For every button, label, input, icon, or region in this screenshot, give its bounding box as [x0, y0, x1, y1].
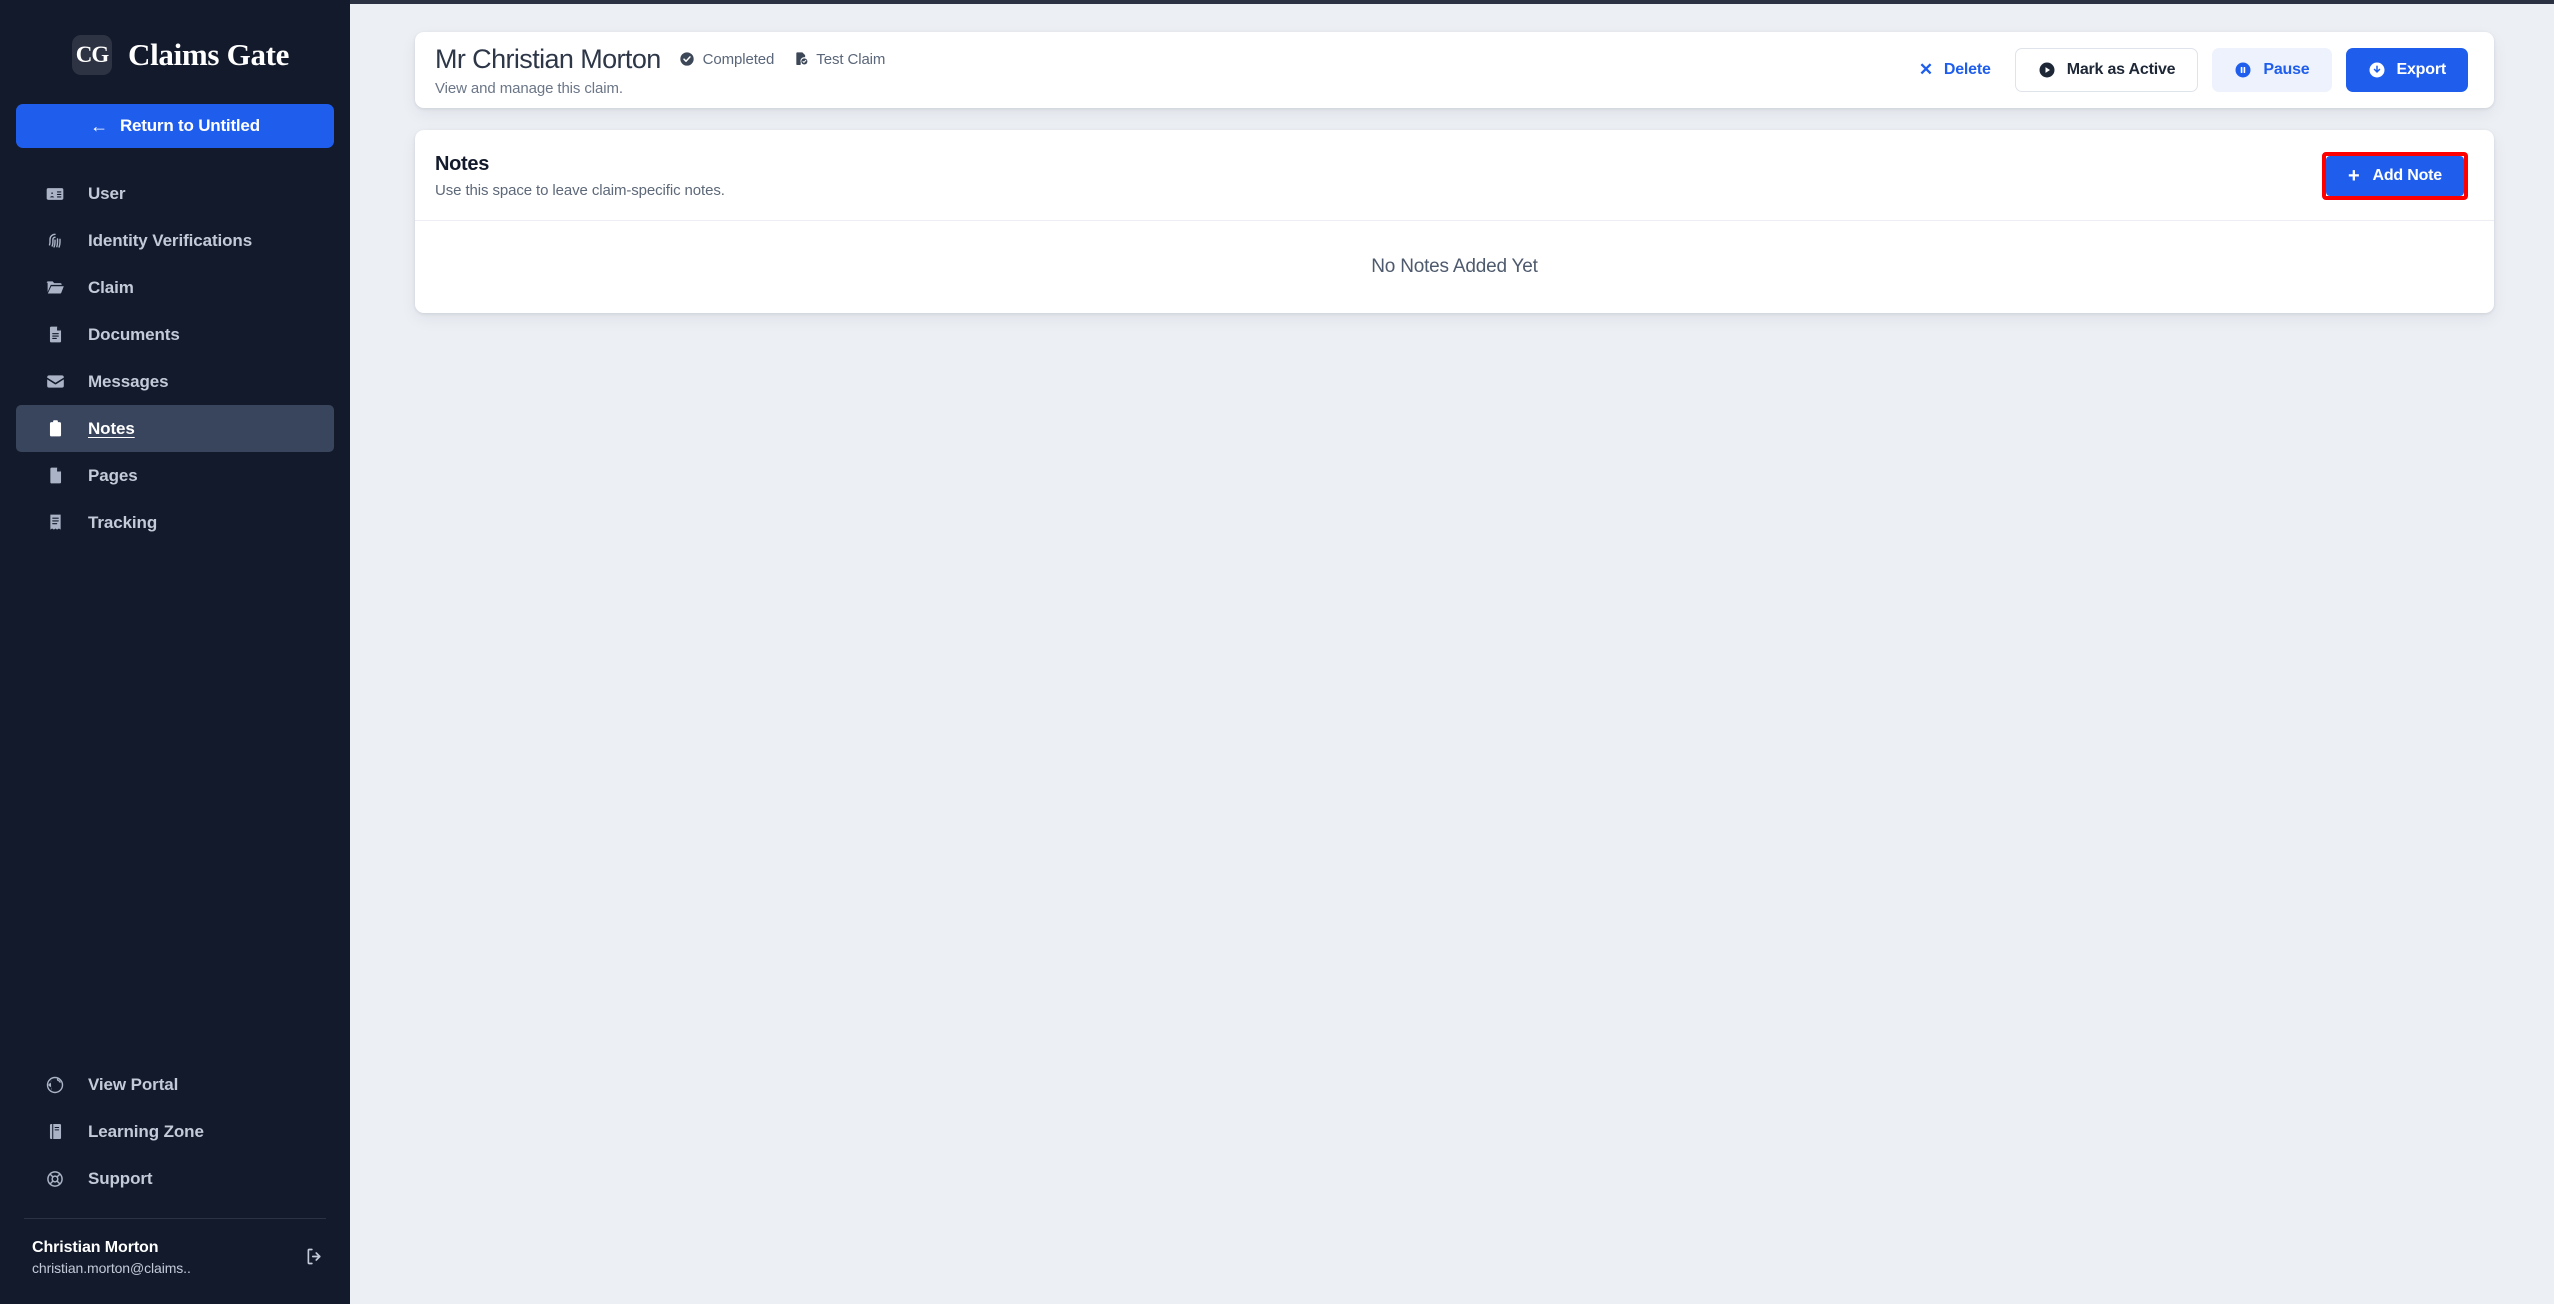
claim-title-row: Mr Christian Morton Completed Test Claim	[435, 44, 885, 75]
return-to-untitled-button[interactable]: ← Return to Untitled	[16, 104, 334, 148]
lifebuoy-icon	[44, 1168, 66, 1190]
page-icon	[44, 465, 66, 487]
sidebar-item-tracking[interactable]: Tracking	[16, 499, 334, 546]
status-badge-label: Completed	[702, 50, 775, 68]
receipt-icon	[44, 512, 66, 534]
add-note-highlight-box: + Add Note	[2322, 152, 2468, 200]
sidebar-item-label: Notes	[88, 418, 135, 438]
sidebar-item-view-portal[interactable]: View Portal	[16, 1061, 334, 1108]
arrow-left-icon: ←	[90, 116, 108, 136]
check-circle-icon	[679, 51, 696, 68]
sidebar-item-documents[interactable]: Documents	[16, 311, 334, 358]
sidebar-item-label: Documents	[88, 324, 180, 344]
user-name: Christian Morton	[32, 1239, 159, 1256]
mark-as-active-button[interactable]: Mark as Active	[2014, 48, 2199, 92]
user-email: christian.morton@claims..	[32, 1260, 191, 1276]
pause-circle-icon	[2234, 61, 2252, 79]
pause-button-label: Pause	[2263, 61, 2310, 78]
sidebar-item-identity-verifications[interactable]: Identity Verifications	[16, 217, 334, 264]
add-note-button-label: Add Note	[2372, 167, 2442, 184]
sidebar-item-label: Learning Zone	[88, 1121, 204, 1141]
envelope-icon	[44, 371, 66, 393]
notes-subtitle: Use this space to leave claim-specific n…	[435, 182, 725, 199]
sidebar-item-learning-zone[interactable]: Learning Zone	[16, 1108, 334, 1155]
mark-as-active-button-label: Mark as Active	[2066, 61, 2176, 78]
delete-button[interactable]: ✕ Delete	[1909, 48, 2001, 92]
sidebar-item-label: Tracking	[88, 512, 158, 532]
claim-header-card: Mr Christian Morton Completed Test Claim	[415, 32, 2494, 108]
notes-title: Notes	[435, 153, 490, 175]
sidebar-bottom-nav: View Portal Learning Zone Support Christ…	[0, 1061, 350, 1304]
top-strip	[350, 0, 2554, 4]
user-meta: Christian Morton christian.morton@claims…	[32, 1239, 290, 1276]
main-content: Mr Christian Morton Completed Test Claim	[350, 0, 2554, 1304]
notes-list-empty-state: No Notes Added Yet	[415, 221, 2494, 313]
book-icon	[44, 1121, 66, 1143]
add-note-button[interactable]: + Add Note	[2326, 156, 2464, 196]
clipboard-icon	[44, 418, 66, 440]
logout-icon	[304, 1246, 325, 1270]
logout-button[interactable]	[300, 1244, 328, 1272]
page-subtitle: View and manage this claim.	[435, 79, 623, 97]
sidebar-item-user[interactable]: User	[16, 170, 334, 217]
sidebar-item-label: View Portal	[88, 1074, 179, 1094]
folder-open-icon	[44, 277, 66, 299]
status-badge-test-claim: Test Claim	[792, 51, 885, 68]
fingerprint-icon	[44, 230, 66, 252]
brand-name: Claims Gate	[128, 37, 290, 72]
sidebar-item-label: User	[88, 183, 126, 203]
notes-card-header: Notes Use this space to leave claim-spec…	[415, 130, 2494, 220]
sidebar-item-label: Messages	[88, 371, 169, 391]
contact-card-icon	[44, 183, 66, 205]
globe-icon	[44, 1074, 66, 1096]
sidebar-item-label: Identity Verifications	[88, 230, 253, 250]
brand: CG Claims Gate	[0, 0, 350, 84]
claim-header-actions: ✕ Delete Mark as Active Pause Export	[1909, 48, 2468, 92]
sidebar-item-messages[interactable]: Messages	[16, 358, 334, 405]
sidebar-item-claim[interactable]: Claim	[16, 264, 334, 311]
status-badge-completed: Completed	[679, 50, 775, 68]
sidebar-item-pages[interactable]: Pages	[16, 452, 334, 499]
download-circle-icon	[2368, 61, 2386, 79]
sidebar-nav: User Identity Verifications Claim Docume…	[0, 170, 350, 546]
empty-state-text: No Notes Added Yet	[1371, 256, 1538, 277]
sidebar: CG Claims Gate ← Return to Untitled User…	[0, 0, 350, 1304]
notes-card: Notes Use this space to leave claim-spec…	[415, 130, 2494, 313]
claim-header-info: Mr Christian Morton Completed Test Claim	[435, 44, 885, 97]
app-root: CG Claims Gate ← Return to Untitled User…	[0, 0, 2554, 1304]
return-button-label: Return to Untitled	[119, 116, 260, 135]
claims-gate-logo-icon: CG	[72, 35, 112, 75]
sidebar-item-label: Pages	[88, 465, 138, 485]
file-check-icon	[792, 51, 809, 68]
delete-button-label: Delete	[1943, 61, 1991, 78]
plus-icon: +	[2348, 165, 2360, 187]
status-badge-label: Test Claim	[816, 50, 886, 68]
play-circle-icon	[2038, 61, 2056, 79]
sidebar-item-support[interactable]: Support	[16, 1155, 334, 1202]
export-button[interactable]: Export	[2345, 48, 2468, 92]
notes-card-header-text: Notes Use this space to leave claim-spec…	[435, 153, 725, 199]
document-lines-icon	[44, 324, 66, 346]
sidebar-user-profile[interactable]: Christian Morton christian.morton@claims…	[0, 1219, 350, 1298]
close-x-icon: ✕	[1918, 60, 1933, 79]
sidebar-item-label: Claim	[88, 277, 134, 297]
export-button-label: Export	[2396, 61, 2447, 78]
pause-button[interactable]: Pause	[2212, 48, 2332, 92]
sidebar-item-notes[interactable]: Notes	[16, 405, 334, 452]
sidebar-item-label: Support	[88, 1168, 153, 1188]
page-title: Mr Christian Morton	[435, 43, 661, 74]
